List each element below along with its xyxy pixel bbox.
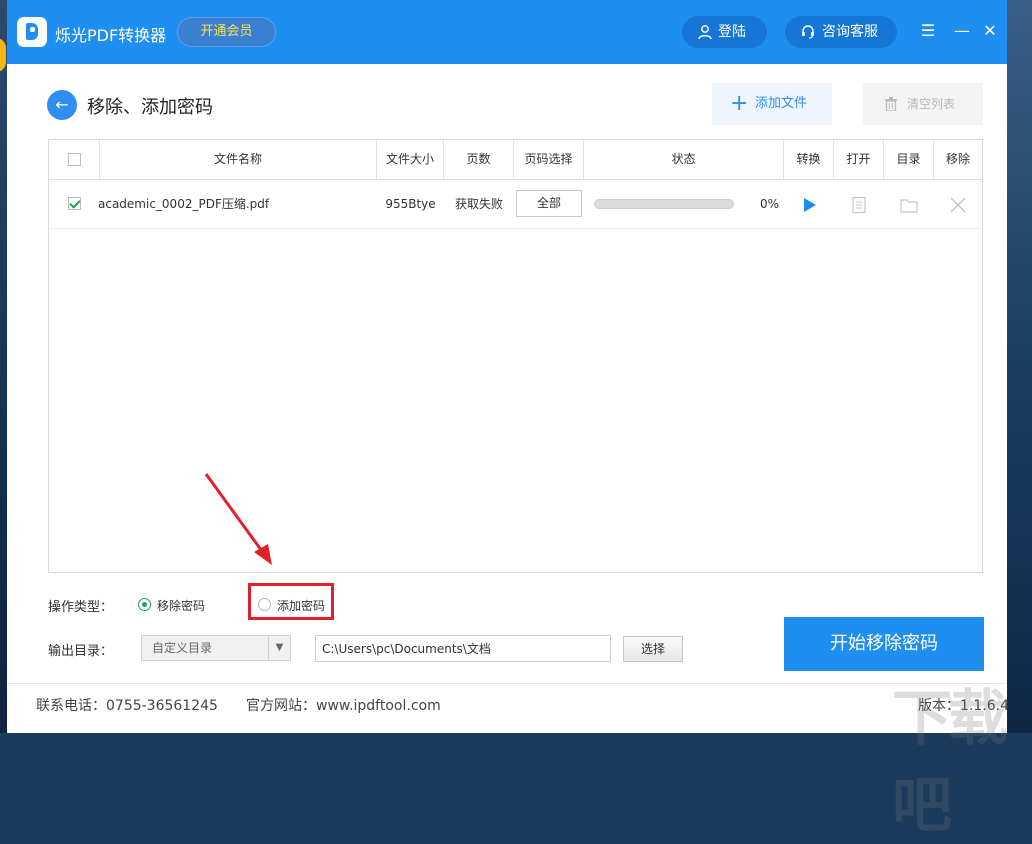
minimize-icon[interactable]: — <box>953 22 971 40</box>
output-directory-value: 自定义目录 <box>152 641 213 655</box>
menu-icon[interactable]: ☰ <box>919 22 937 40</box>
customer-service-label: 咨询客服 <box>822 24 878 40</box>
annotation-arrow-icon <box>204 473 272 565</box>
remove-password-label[interactable]: 移除密码 <box>157 597 205 614</box>
contact-phone: 联系电话：0755-36561245 <box>36 698 218 714</box>
annotation-highlight-box <box>248 583 334 620</box>
column-page-select: 页码选择 <box>514 140 584 179</box>
column-file-size: 文件大小 <box>377 140 444 179</box>
vip-button[interactable]: 开通会员 <box>177 17 276 47</box>
start-remove-password-button[interactable]: 开始移除密码 <box>784 617 984 671</box>
watermark: 下载吧 <box>892 684 1008 841</box>
back-arrow-icon[interactable]: ← <box>47 90 77 120</box>
output-directory-select[interactable]: 自定义目录 ▼ <box>141 635 291 661</box>
clear-list-button[interactable]: 清空列表 <box>863 83 983 125</box>
column-convert: 转换 <box>784 140 834 179</box>
login-label: 登陆 <box>718 24 746 40</box>
operation-type-label: 操作类型： <box>48 600 114 615</box>
desktop-background-left <box>0 0 7 733</box>
app-title: 烁光PDF转换器 <box>55 26 167 45</box>
progress-text: 0% <box>759 197 779 211</box>
file-table: 文件名称 文件大小 页数 页码选择 状态 转换 打开 目录 移除 academi… <box>48 139 983 573</box>
play-icon[interactable] <box>800 196 818 214</box>
column-status: 状态 <box>584 140 784 179</box>
row-checkbox[interactable] <box>68 197 81 210</box>
page-title: 移除、添加密码 <box>87 97 213 118</box>
output-directory-label: 输出目录： <box>48 644 114 659</box>
trash-icon <box>885 97 897 111</box>
column-pages: 页数 <box>444 140 514 179</box>
column-file-name: 文件名称 <box>100 140 377 179</box>
table-row: academic_0002_PDF压缩.pdf 955Btye 获取失败 全部 … <box>49 180 982 229</box>
remove-password-radio[interactable] <box>138 598 151 611</box>
page-count: 获取失败 <box>454 197 503 211</box>
column-open: 打开 <box>834 140 884 179</box>
customer-service-button[interactable]: 咨询客服 <box>785 16 897 48</box>
column-remove: 移除 <box>945 152 970 166</box>
user-icon <box>698 25 712 40</box>
choose-directory-button[interactable]: 选择 <box>623 636 683 662</box>
clear-list-label: 清空列表 <box>907 97 956 111</box>
app-window: 烁光PDF转换器 开通会员 登陆 咨询客服 ☰ — ✕ ← 移除、添加密码 + … <box>7 0 1009 841</box>
open-file-icon[interactable] <box>850 196 868 214</box>
file-size: 955Btye <box>385 197 436 211</box>
close-icon[interactable]: ✕ <box>981 22 999 40</box>
desktop-background-right <box>1006 0 1032 733</box>
header-select-all[interactable] <box>49 140 100 179</box>
page-select-button[interactable]: 全部 <box>516 190 582 217</box>
column-folder: 目录 <box>884 140 934 179</box>
output-path-input[interactable] <box>315 635 611 662</box>
headset-icon <box>802 25 814 39</box>
dropdown-arrow-icon: ▼ <box>268 636 290 660</box>
plus-icon: + <box>730 91 749 116</box>
select-all-checkbox[interactable] <box>68 153 81 166</box>
remove-icon[interactable] <box>949 196 967 214</box>
add-file-button[interactable]: + 添加文件 <box>712 83 832 125</box>
footer: 联系电话：0755-36561245 官方网站：www.ipdftool.com… <box>7 683 1009 733</box>
app-logo-icon <box>17 17 47 47</box>
title-bar: 烁光PDF转换器 开通会员 登陆 咨询客服 ☰ — ✕ <box>7 0 1007 64</box>
file-name: academic_0002_PDF压缩.pdf <box>98 197 270 211</box>
add-file-label: 添加文件 <box>755 96 808 111</box>
folder-icon[interactable] <box>900 196 918 214</box>
official-website: 官方网站：www.ipdftool.com <box>246 698 441 714</box>
progress-bar <box>594 199 734 209</box>
login-button[interactable]: 登陆 <box>682 16 767 48</box>
table-header: 文件名称 文件大小 页数 页码选择 状态 转换 打开 目录 移除 <box>49 140 982 180</box>
